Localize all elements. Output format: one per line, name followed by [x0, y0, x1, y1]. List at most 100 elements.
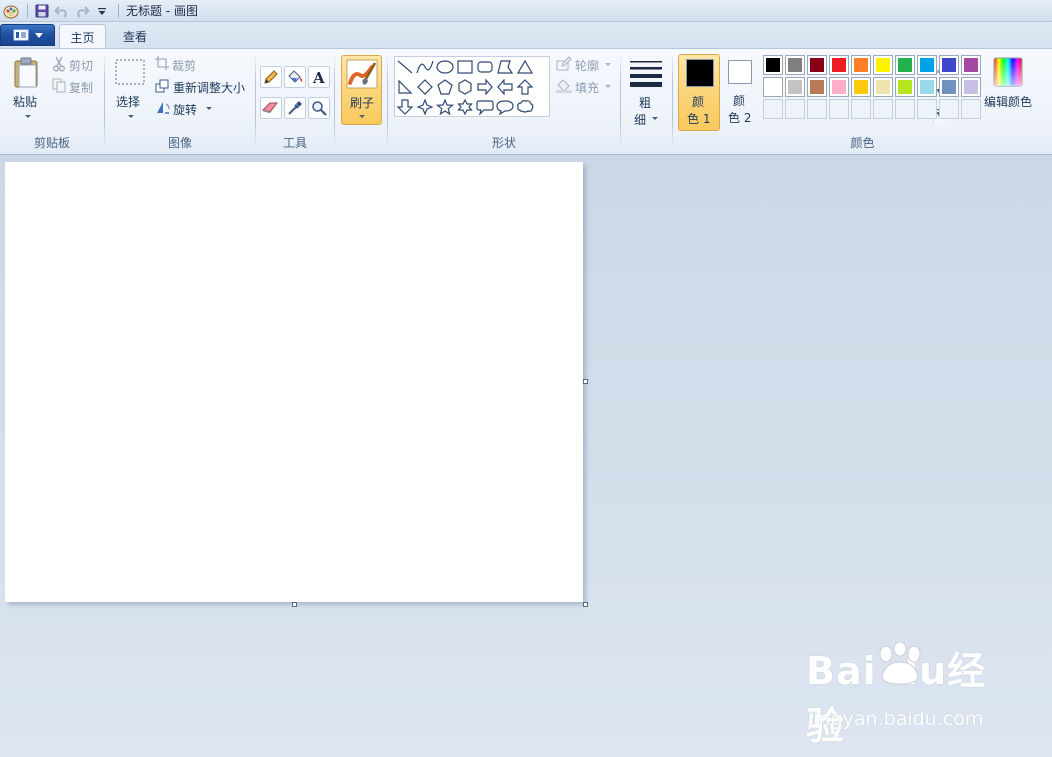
resize-button[interactable]: 重新调整大小: [155, 77, 251, 95]
right-arrow-shape[interactable]: [475, 77, 495, 97]
svg-text:A: A: [312, 69, 325, 85]
palette-custom-slot[interactable]: [917, 99, 937, 119]
palette-swatch[interactable]: [873, 55, 893, 75]
palette-custom-slot[interactable]: [829, 99, 849, 119]
palette-swatch[interactable]: [829, 77, 849, 97]
fill-tool-button[interactable]: [284, 66, 306, 88]
cut-label: 剪切: [69, 59, 94, 73]
curve-shape[interactable]: [415, 57, 435, 77]
resize-handle-corner[interactable]: [583, 602, 588, 607]
color1-swatch: [686, 59, 714, 87]
tab-view[interactable]: 查看: [112, 24, 158, 49]
palette-swatch[interactable]: [851, 55, 871, 75]
palette-swatch[interactable]: [917, 55, 937, 75]
palette-swatch[interactable]: [763, 77, 783, 97]
rounded-rectangle-shape[interactable]: [475, 57, 495, 77]
oval-shape[interactable]: [435, 57, 455, 77]
paste-button[interactable]: 粘贴: [12, 55, 42, 127]
hexagon-icon: [458, 79, 472, 95]
six-point-star-shape[interactable]: [455, 97, 475, 117]
palette-swatch[interactable]: [763, 55, 783, 75]
polygon-shape[interactable]: [495, 57, 515, 77]
four-point-star-shape[interactable]: [415, 97, 435, 117]
palette-swatch[interactable]: [961, 77, 981, 97]
five-point-star-shape[interactable]: [435, 97, 455, 117]
color1-button[interactable]: 颜 色 1: [678, 54, 720, 131]
palette-swatch[interactable]: [939, 55, 959, 75]
pentagon-shape[interactable]: [435, 77, 455, 97]
palette-swatch-fill: [898, 58, 912, 72]
fill-button[interactable]: 填充: [556, 77, 616, 95]
palette-custom-slot[interactable]: [763, 99, 783, 119]
right-arrow-icon: [477, 79, 493, 95]
drawing-canvas[interactable]: [5, 162, 583, 602]
resize-handle-bottom[interactable]: [292, 602, 297, 607]
save-icon[interactable]: [33, 2, 51, 20]
diamond-shape[interactable]: [415, 77, 435, 97]
select-button[interactable]: 选择: [113, 57, 147, 127]
cut-button[interactable]: 剪切: [52, 55, 98, 73]
tab-home[interactable]: 主页: [59, 24, 106, 49]
palette-swatch[interactable]: [917, 77, 937, 97]
customize-qat-icon[interactable]: [93, 2, 111, 20]
pencil-tool-button[interactable]: [260, 66, 282, 88]
oval-callout-icon: [496, 100, 514, 115]
line-shape[interactable]: [395, 57, 415, 77]
color-picker-tool-button[interactable]: [284, 97, 306, 119]
text-tool-button[interactable]: A: [308, 66, 330, 88]
eraser-tool-button[interactable]: [260, 97, 282, 119]
triangle-shape[interactable]: [515, 57, 535, 77]
size-button[interactable]: 粗 细: [626, 55, 666, 129]
undo-icon[interactable]: [53, 2, 71, 20]
right-triangle-shape[interactable]: [395, 77, 415, 97]
palette-swatch[interactable]: [961, 55, 981, 75]
palette-swatch[interactable]: [939, 77, 959, 97]
oval-callout-shape[interactable]: [495, 97, 515, 117]
left-arrow-shape[interactable]: [495, 77, 515, 97]
palette-custom-slot[interactable]: [851, 99, 871, 119]
palette-swatch[interactable]: [785, 77, 805, 97]
edit-colors-button[interactable]: 编辑颜色: [984, 55, 1036, 125]
app-menu-button[interactable]: [0, 24, 55, 46]
copy-button[interactable]: 复制: [52, 77, 98, 95]
brushes-button[interactable]: 刷子: [341, 55, 382, 125]
rounded-callout-shape[interactable]: [475, 97, 495, 117]
redo-icon[interactable]: [73, 2, 91, 20]
paint-app-icon[interactable]: [2, 2, 20, 20]
down-arrow-shape[interactable]: [395, 97, 415, 117]
diamond-icon: [417, 79, 433, 95]
rectangle-shape[interactable]: [455, 57, 475, 77]
resize-label: 重新调整大小: [173, 81, 246, 95]
crop-button[interactable]: 裁剪: [155, 55, 215, 73]
rotate-icon: [157, 102, 170, 114]
hexagon-shape[interactable]: [455, 77, 475, 97]
palette-swatch[interactable]: [829, 55, 849, 75]
palette-custom-slot[interactable]: [785, 99, 805, 119]
palette-swatch-fill: [788, 58, 802, 72]
palette-custom-slot[interactable]: [807, 99, 827, 119]
palette-swatch[interactable]: [785, 55, 805, 75]
four-point-star-icon: [416, 99, 434, 115]
resize-handle-right[interactable]: [583, 379, 588, 384]
palette-swatch[interactable]: [807, 55, 827, 75]
palette-swatch[interactable]: [851, 77, 871, 97]
rectangle-icon: [457, 60, 473, 74]
magnifier-tool-button[interactable]: [308, 97, 330, 119]
palette-custom-slot[interactable]: [939, 99, 959, 119]
outline-button[interactable]: 轮廓: [556, 55, 616, 73]
cloud-callout-shape[interactable]: [515, 97, 535, 117]
palette-swatch-fill: [854, 80, 868, 94]
up-arrow-shape[interactable]: [515, 77, 535, 97]
palette-swatch[interactable]: [895, 77, 915, 97]
rotate-button[interactable]: 旋转: [155, 99, 215, 117]
palette-swatch[interactable]: [873, 77, 893, 97]
palette-custom-slot[interactable]: [961, 99, 981, 119]
palette-swatch[interactable]: [807, 77, 827, 97]
palette-custom-slot[interactable]: [895, 99, 915, 119]
color2-button[interactable]: 颜 色 2: [720, 54, 762, 131]
up-arrow-icon: [516, 79, 534, 95]
palette-swatch[interactable]: [895, 55, 915, 75]
clipboard-icon: [14, 57, 38, 88]
magnifier-icon: [312, 101, 327, 116]
palette-custom-slot[interactable]: [873, 99, 893, 119]
